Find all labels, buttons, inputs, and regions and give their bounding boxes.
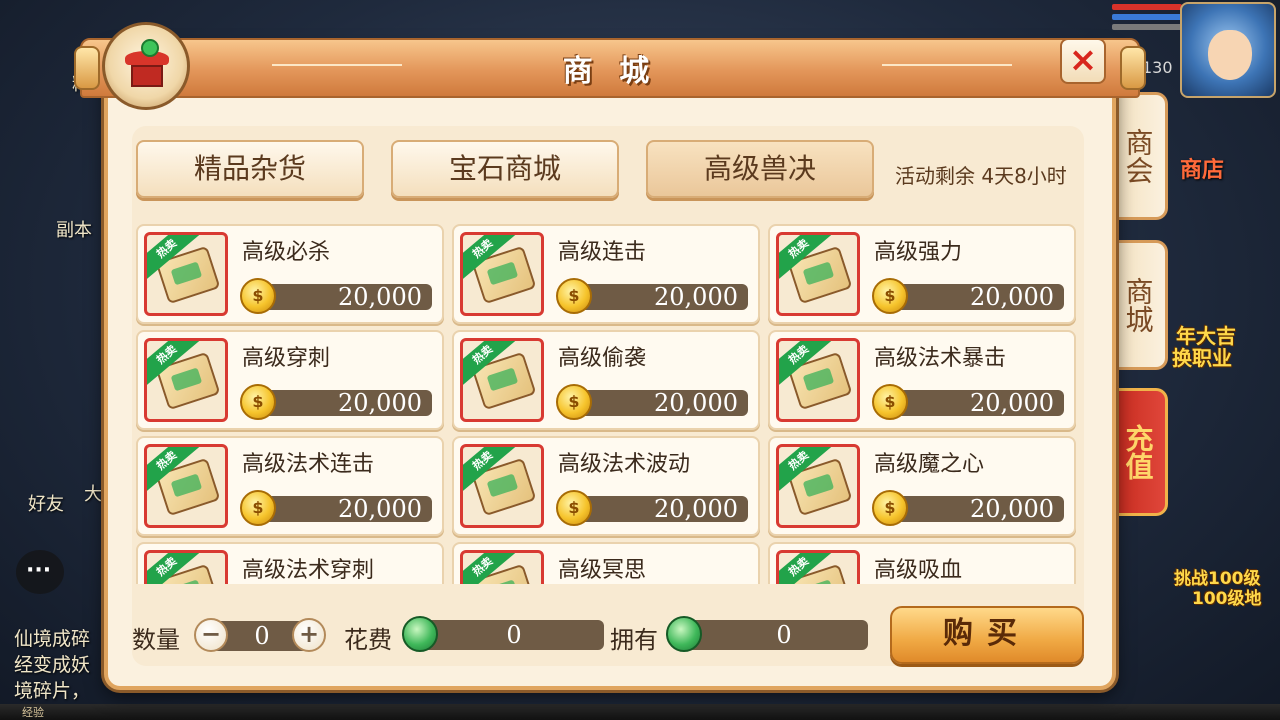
item-price: 20,000 [654, 495, 738, 523]
item-card[interactable]: 热卖 高级法术暴击 20,000 $ [768, 330, 1076, 430]
bg-label-dungeon[interactable]: 副本 [56, 216, 92, 242]
skill-book-icon: 热卖 [144, 232, 228, 316]
item-name: 高级魔之心 [874, 452, 985, 477]
item-name: 高级连击 [558, 240, 647, 265]
tab-advanced-skills[interactable]: 高级兽决 [646, 140, 874, 198]
tab-boutique[interactable]: 精品杂货 [136, 140, 364, 198]
quantity-value[interactable]: 0 [236, 621, 288, 651]
emblem-body [131, 65, 163, 87]
skill-book-icon: 热卖 [460, 338, 544, 422]
price-bar: 20,000 [566, 390, 748, 416]
gold-coin-icon: $ [556, 278, 592, 314]
gold-coin-icon: $ [556, 384, 592, 420]
buy-button[interactable]: 购买 [890, 606, 1084, 664]
item-card[interactable]: 热卖高级法术穿刺$ [136, 542, 444, 584]
skill-book-icon: 热卖 [776, 338, 860, 422]
item-card[interactable]: 热卖 高级偷袭 20,000 $ [452, 330, 760, 430]
chat-icon[interactable] [16, 550, 64, 594]
item-card[interactable]: 热卖 高级法术波动 20,000 $ [452, 436, 760, 536]
owned-value: 0 [776, 621, 792, 649]
bg-label-job: 换职业 [1172, 346, 1232, 370]
item-name: 高级吸血 [874, 558, 963, 583]
item-price: 20,000 [970, 495, 1054, 523]
quantity-label: 数量 [132, 626, 180, 654]
bg-label: 大 [84, 484, 102, 505]
item-price: 20,000 [654, 283, 738, 311]
cost-label: 花费 [344, 626, 392, 654]
item-card[interactable]: 热卖高级冥思$ [452, 542, 760, 584]
tab-gem-shop[interactable]: 宝石商城 [391, 140, 619, 198]
item-card[interactable]: 热卖 高级穿刺 20,000 $ [136, 330, 444, 430]
side-tab-mall[interactable]: 商城 [1110, 240, 1168, 370]
item-card[interactable]: 热卖 高级连击 20,000 $ [452, 224, 760, 324]
item-name: 高级偷袭 [558, 346, 647, 371]
item-grid[interactable]: 热卖 高级必杀 20,000 $ 热卖 高级连击 20,000 $ 热卖 高级强力 20,000 $ 热… [136, 224, 1080, 584]
price-bar: 20,000 [566, 496, 748, 522]
price-bar: 20,000 [250, 390, 432, 416]
price-bar: 20,000 [882, 496, 1064, 522]
price-bar: 20,000 [882, 284, 1064, 310]
item-price: 20,000 [654, 389, 738, 417]
skill-book-icon: 热卖 [460, 444, 544, 528]
item-card[interactable]: 热卖 高级魔之心 20,000 $ [768, 436, 1076, 536]
item-price: 20,000 [970, 389, 1054, 417]
item-name: 高级冥思 [558, 558, 647, 583]
item-name: 高级穿刺 [242, 346, 331, 371]
price-bar: 20,000 [566, 284, 748, 310]
chat-line: 经变成妖 [14, 654, 91, 676]
item-price: 20,000 [970, 283, 1054, 311]
item-card[interactable]: 热卖 高级必杀 20,000 $ [136, 224, 444, 324]
item-price: 20,000 [338, 389, 422, 417]
side-tab-recharge[interactable]: 充值 [1110, 388, 1168, 516]
item-card[interactable]: 热卖 高级法术连击 20,000 $ [136, 436, 444, 536]
item-name: 高级法术连击 [242, 452, 375, 477]
item-price: 20,000 [338, 495, 422, 523]
event-countdown: 活动剩余 4天8小时 [895, 164, 1067, 188]
price-bar: 20,000 [250, 284, 432, 310]
gold-coin-icon: $ [240, 384, 276, 420]
gold-coin-icon: $ [240, 278, 276, 314]
item-name: 高级法术穿刺 [242, 558, 375, 583]
item-name: 高级必杀 [242, 240, 331, 265]
bg-label-challenge-2: 100级地 [1192, 589, 1262, 609]
exp-bar: 经验 [0, 704, 1280, 720]
bg-label-store[interactable]: 商店 [1180, 152, 1224, 184]
skill-book-icon: 热卖 [144, 444, 228, 528]
item-card[interactable]: 热卖 高级强力 20,000 $ [768, 224, 1076, 324]
item-name: 高级强力 [874, 240, 963, 265]
increase-button[interactable]: + [292, 618, 326, 652]
item-price: 20,000 [338, 283, 422, 311]
item-name: 高级法术暴击 [874, 346, 1007, 371]
skill-book-icon: 热卖 [776, 444, 860, 528]
bg-label-friends[interactable]: 好友 [28, 490, 64, 516]
gold-coin-icon: $ [240, 490, 276, 526]
price-bar: 20,000 [250, 496, 432, 522]
gold-coin-icon: $ [872, 278, 908, 314]
cost-value: 0 [506, 621, 522, 649]
close-button[interactable]: × [1060, 38, 1106, 84]
skill-book-icon: 热卖 [460, 550, 544, 584]
skill-book-icon: 热卖 [144, 550, 228, 584]
price-bar: 20,000 [882, 390, 1064, 416]
owned-label: 拥有 [610, 626, 658, 654]
gold-coin-icon: $ [872, 490, 908, 526]
decrease-button[interactable]: − [194, 618, 228, 652]
skill-book-icon: 热卖 [144, 338, 228, 422]
item-card[interactable]: 热卖高级吸血$ [768, 542, 1076, 584]
skill-book-icon: 热卖 [776, 232, 860, 316]
shop-emblem-icon [102, 22, 190, 110]
player-status-bars [1112, 4, 1182, 36]
chat-line: 仙境成碎 [14, 628, 91, 650]
skill-book-icon: 热卖 [460, 232, 544, 316]
exp-label: 经验 [22, 706, 44, 719]
gold-coin-icon: $ [872, 384, 908, 420]
gold-coin-icon: $ [556, 490, 592, 526]
skill-book-icon: 热卖 [776, 550, 860, 584]
chat-line: 境碎片， [14, 680, 91, 702]
item-name: 高级法术波动 [558, 452, 691, 477]
emblem-gem [141, 39, 159, 57]
side-tab-guild[interactable]: 商会 [1110, 92, 1168, 220]
